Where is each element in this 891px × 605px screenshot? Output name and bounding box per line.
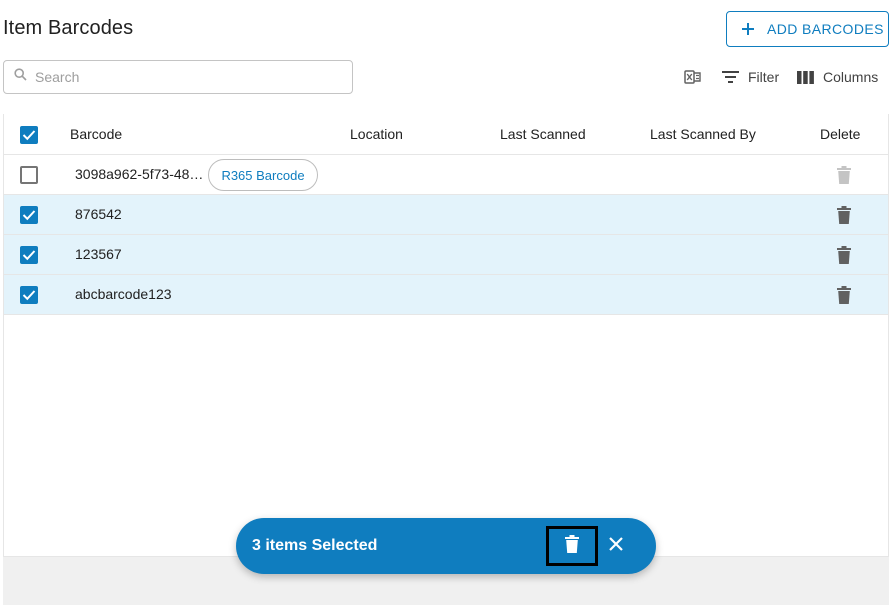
add-barcodes-button[interactable]: ADD BARCODES <box>726 11 889 47</box>
barcode-value: 123567 <box>75 246 122 262</box>
select-all-checkbox[interactable] <box>20 126 38 144</box>
columns-button[interactable]: Columns <box>796 66 878 88</box>
row-checkbox[interactable] <box>20 246 38 264</box>
selection-bar: 3 items Selected <box>236 518 656 574</box>
search-box[interactable] <box>3 60 353 94</box>
plus-icon <box>741 22 755 36</box>
barcodes-table: Barcode Location Last Scanned Last Scann… <box>3 114 889 557</box>
trash-icon[interactable] <box>836 246 852 264</box>
selection-count-text: 3 items Selected <box>252 537 378 554</box>
table-row[interactable]: 876542 <box>4 195 888 235</box>
columns-label: Columns <box>823 69 879 85</box>
trash-icon[interactable] <box>836 206 852 224</box>
barcode-value: 876542 <box>75 206 122 222</box>
filter-button[interactable]: Filter <box>721 66 779 88</box>
table-header: Barcode Location Last Scanned Last Scann… <box>4 114 888 155</box>
filter-icon <box>721 70 740 84</box>
columns-icon <box>796 70 815 85</box>
filter-label: Filter <box>748 69 780 85</box>
column-header-last-scanned-by[interactable]: Last Scanned By <box>650 126 756 142</box>
trash-icon <box>836 166 852 184</box>
trash-icon[interactable] <box>836 286 852 304</box>
barcode-value: 3098a962-5f73-48… <box>75 166 204 182</box>
trash-icon <box>565 534 579 558</box>
close-icon <box>608 536 624 557</box>
row-checkbox[interactable] <box>20 286 38 304</box>
row-checkbox[interactable] <box>20 166 38 184</box>
column-header-last-scanned[interactable]: Last Scanned <box>500 126 586 142</box>
column-header-delete: Delete <box>820 126 861 142</box>
add-barcodes-label: ADD BARCODES <box>767 21 884 37</box>
column-header-barcode[interactable]: Barcode <box>70 126 122 142</box>
search-input[interactable] <box>35 69 335 85</box>
column-header-location[interactable]: Location <box>350 126 403 142</box>
delete-selected-button[interactable] <box>546 526 598 566</box>
excel-export-button[interactable] <box>684 66 702 88</box>
table-row[interactable]: 3098a962-5f73-48… R365 Barcode <box>4 155 888 195</box>
table-row[interactable]: 123567 <box>4 235 888 275</box>
search-icon <box>14 68 27 86</box>
page-title: Item Barcodes <box>3 17 134 39</box>
r365-barcode-chip: R365 Barcode <box>208 159 318 191</box>
table-row[interactable]: abcbarcode123 <box>4 275 888 315</box>
row-checkbox[interactable] <box>20 206 38 224</box>
excel-export-icon <box>684 69 702 85</box>
clear-selection-button[interactable] <box>604 534 628 558</box>
barcode-value: abcbarcode123 <box>75 286 172 302</box>
